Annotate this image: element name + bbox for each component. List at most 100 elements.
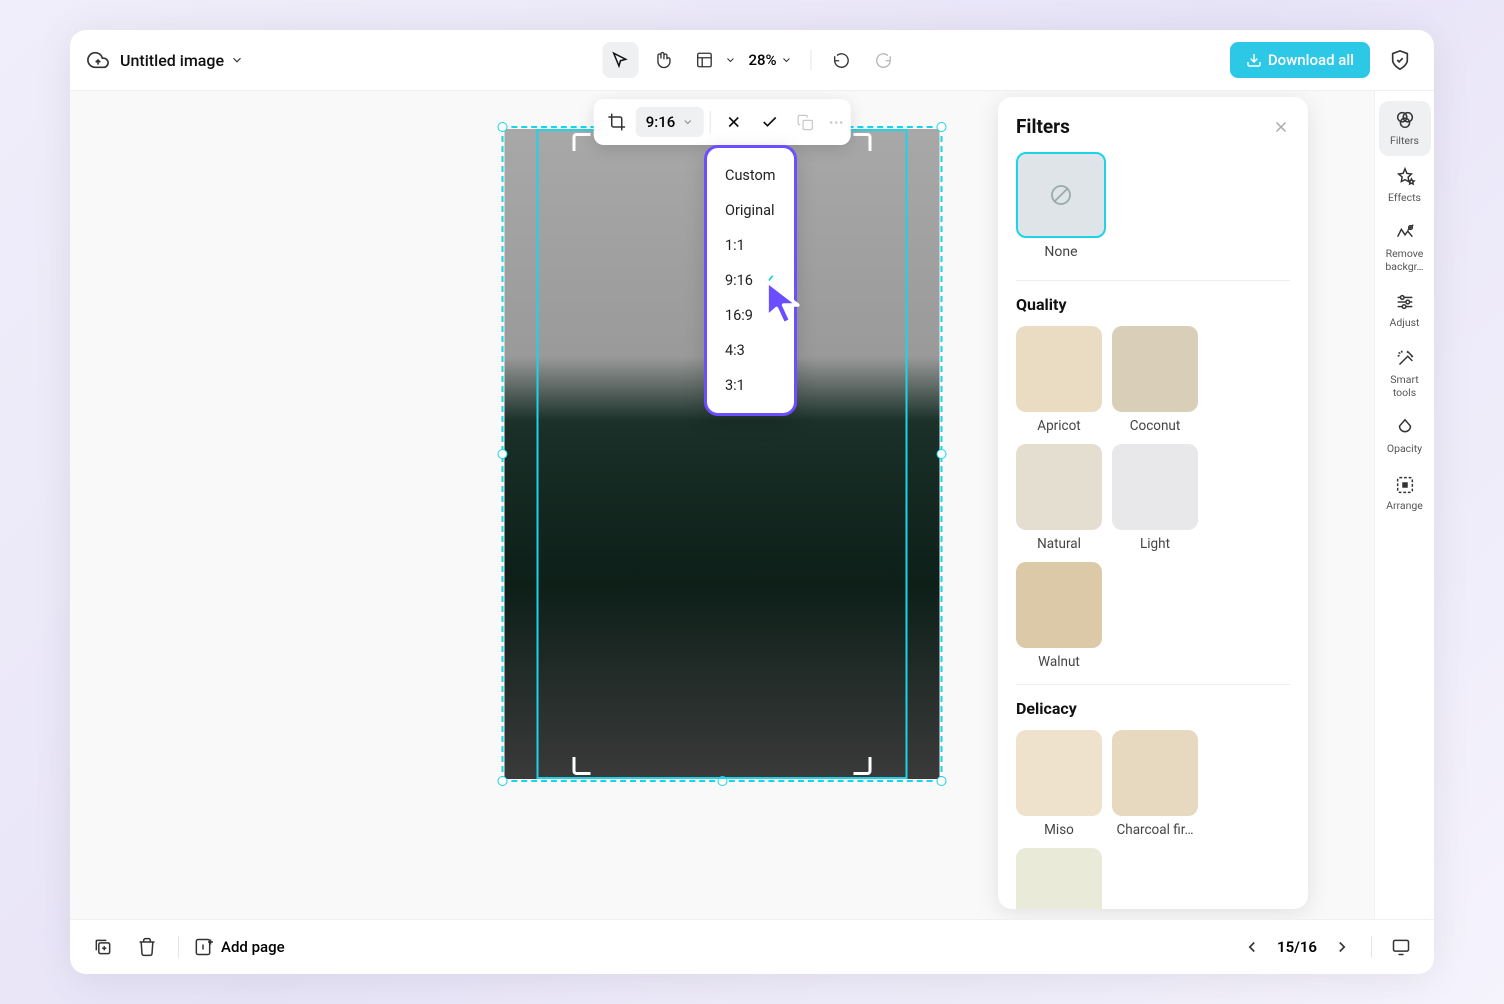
resize-handle[interactable] [498, 449, 508, 459]
filter-thumb [1112, 326, 1198, 412]
rail-icon [1394, 291, 1416, 313]
cloud-icon[interactable] [86, 48, 110, 72]
filter-section-title: Delicacy [1016, 699, 1290, 718]
rail-item-effects[interactable]: Effects [1379, 158, 1431, 213]
filter-light[interactable]: Light [1112, 444, 1198, 552]
divider [1016, 280, 1290, 281]
divider [1016, 684, 1290, 685]
add-page-label: Add page [221, 938, 285, 956]
crop-corner[interactable] [854, 133, 872, 151]
crop-corner[interactable] [573, 133, 591, 151]
layers-button[interactable] [86, 930, 120, 964]
next-page-button[interactable] [1325, 930, 1359, 964]
zoom-dropdown[interactable]: 28% [742, 51, 798, 69]
page-counter: 15/16 [1277, 938, 1317, 956]
rail-item-filters[interactable]: Filters [1379, 101, 1431, 156]
filter-thumb [1112, 730, 1198, 816]
layout-tool-group[interactable] [686, 42, 736, 78]
confirm-crop-button[interactable] [752, 105, 786, 139]
filter-name: Walnut [1016, 654, 1102, 670]
right-rail: Filters Effects Remove backgr… Adjust Smart … [1374, 91, 1434, 919]
filter-thumb [1016, 444, 1102, 530]
rail-label: Effects [1388, 192, 1421, 205]
rail-icon [1394, 109, 1416, 131]
document-title: Untitled image [120, 51, 224, 70]
selected-ratio: 9:16 [646, 113, 676, 131]
divider [811, 50, 812, 70]
none-icon [1049, 183, 1073, 207]
select-tool[interactable] [602, 42, 638, 78]
rail-icon [1394, 348, 1416, 370]
panel-title: Filters [1016, 115, 1070, 138]
rail-label: Filters [1390, 135, 1419, 148]
close-panel-button[interactable] [1272, 118, 1290, 136]
filter-natural[interactable]: Natural [1016, 444, 1102, 552]
aspect-ratio-dropdown[interactable]: 9:16 [636, 107, 704, 137]
document-title-dropdown[interactable]: Untitled image [120, 51, 244, 70]
ratio-option-custom[interactable]: Custom [707, 158, 794, 193]
filter-snack[interactable]: Snack [1016, 848, 1102, 909]
resize-handle[interactable] [498, 122, 508, 132]
filter-apricot[interactable]: Apricot [1016, 326, 1102, 434]
filter-charcoal-fir-[interactable]: Charcoal fir… [1112, 730, 1198, 838]
filter-name: Natural [1016, 536, 1102, 552]
filter-thumb [1016, 848, 1102, 909]
filter-walnut[interactable]: Walnut [1016, 562, 1102, 670]
topbar-right: Download all [1230, 42, 1418, 78]
crop-corner[interactable] [854, 757, 872, 775]
prev-page-button[interactable] [1235, 930, 1269, 964]
filter-none[interactable] [1016, 152, 1106, 238]
rail-item-remove-backgr-[interactable]: Remove backgr… [1379, 214, 1431, 281]
present-button[interactable] [1384, 930, 1418, 964]
more-icon[interactable] [827, 114, 844, 131]
filter-thumb [1112, 444, 1198, 530]
shield-button[interactable] [1382, 42, 1418, 78]
resize-handle[interactable] [937, 776, 947, 786]
redo-button[interactable] [866, 42, 902, 78]
divider [1371, 936, 1372, 958]
download-all-button[interactable]: Download all [1230, 42, 1370, 78]
add-page-icon [193, 937, 213, 957]
filter-thumb [1016, 730, 1102, 816]
context-actions [796, 114, 844, 131]
chevron-down-icon [681, 116, 693, 128]
rail-item-smart-tools[interactable]: Smart tools [1379, 340, 1431, 407]
bottombar-right: 15/16 [1235, 930, 1418, 964]
hand-tool[interactable] [644, 42, 680, 78]
resize-handle[interactable] [498, 776, 508, 786]
ratio-option-original[interactable]: Original [707, 193, 794, 228]
layout-tool[interactable] [686, 42, 722, 78]
divider [709, 111, 710, 133]
delete-button[interactable] [130, 930, 164, 964]
canvas-area[interactable]: Page 15 9:16 [70, 91, 1374, 919]
filter-coconut[interactable]: Coconut [1112, 326, 1198, 434]
chevron-down-icon [230, 53, 244, 67]
ratio-option-3-1[interactable]: 3:1 [707, 368, 794, 403]
rail-label: Arrange [1386, 500, 1423, 513]
ratio-option-4-3[interactable]: 4:3 [707, 333, 794, 368]
download-icon [1246, 52, 1262, 68]
add-page-button[interactable]: Add page [193, 937, 285, 957]
filter-name: Coconut [1112, 418, 1198, 434]
crop-corner[interactable] [573, 757, 591, 775]
rail-item-arrange[interactable]: Arrange [1379, 466, 1431, 521]
resize-handle[interactable] [937, 449, 947, 459]
zoom-value: 28% [748, 51, 776, 69]
undo-button[interactable] [824, 42, 860, 78]
crop-icon-button[interactable] [600, 105, 634, 139]
cancel-crop-button[interactable] [716, 105, 750, 139]
rail-item-adjust[interactable]: Adjust [1379, 283, 1431, 338]
rail-item-opacity[interactable]: Opacity [1379, 409, 1431, 464]
resize-handle[interactable] [937, 122, 947, 132]
filter-none-label: None [1016, 244, 1106, 260]
filters-panel: Filters None QualityApricotCoconutNatura… [998, 97, 1308, 909]
duplicate-icon[interactable] [796, 114, 813, 131]
rail-label: Adjust [1390, 317, 1420, 330]
rail-icon [1394, 222, 1416, 244]
topbar-center: 28% [602, 42, 901, 78]
filter-miso[interactable]: Miso [1016, 730, 1102, 838]
filter-grid: MisoCharcoal fir…Snack [1016, 730, 1290, 909]
ratio-option-1-1[interactable]: 1:1 [707, 228, 794, 263]
app-window: Untitled image 28% [70, 30, 1434, 974]
chevron-down-icon [724, 54, 736, 66]
